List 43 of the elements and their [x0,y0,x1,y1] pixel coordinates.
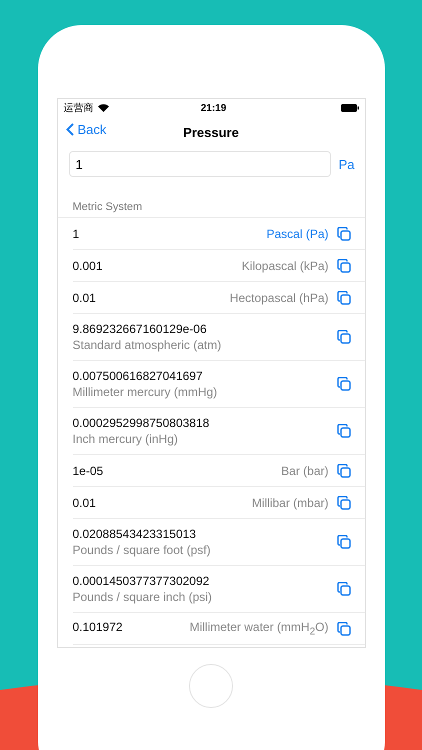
copy-icon[interactable] [336,424,350,438]
converted-value: 1 [72,226,80,240]
converted-value: 0.01 [72,496,96,510]
unit-button[interactable]: Pa [338,156,354,172]
carrier-label: 运营商 [64,102,94,115]
unit-name: Kilopascal (kPa) [242,258,328,272]
screen-title: Pressure [183,124,239,140]
input-field[interactable]: 1 [68,151,331,177]
converted-value: 0.001 [72,258,103,272]
unit-name: Pounds / square foot (psf) [72,543,212,557]
converted-value: 0.02088543423315013 [72,527,197,541]
copy-icon[interactable] [336,330,350,344]
copy-icon[interactable] [336,464,350,478]
converted-value: 0.0002952998750803818 [72,416,210,430]
converted-value: 0.101972 [72,620,123,636]
unit-name: Pounds / square inch (psi) [72,590,213,604]
copy-icon[interactable] [336,622,350,636]
unit-name: Millimeter mercury (mmHg) [72,385,218,399]
back-button[interactable]: Back [66,122,106,137]
wifi-icon [98,104,108,112]
unit-name: Millimeter water (mmH$_{2}$O) [190,620,328,638]
unit-name: Standard atmospheric (atm) [72,338,222,352]
copy-icon[interactable] [336,582,350,596]
copy-icon[interactable] [336,535,350,549]
converted-value: 1e-05 [72,464,104,478]
unit-name: Bar (bar) [281,464,328,478]
converted-value: 9.869232667160129e-06 [72,322,208,336]
copy-icon[interactable] [336,496,350,510]
section-header: Metric System [58,177,364,218]
status-time: 21:19 [200,102,228,114]
copy-icon[interactable] [336,377,350,391]
battery-icon [340,104,358,112]
copy-icon[interactable] [336,226,350,240]
unit-name: Pascal (Pa) [266,226,328,240]
converted-value: 0.0001450377377302092 [72,574,210,588]
copy-icon[interactable] [336,290,350,304]
chevron-icon [66,123,74,136]
unit-name: Hectopascal (hPa) [230,290,328,304]
unit-name: Millibar (mbar) [252,496,328,510]
unit-name: Inch mercury (inHg) [72,432,179,446]
converted-value: 0.01 [72,290,96,304]
converted-value: 0.007500616827041697 [72,369,204,383]
copy-icon[interactable] [336,258,350,272]
